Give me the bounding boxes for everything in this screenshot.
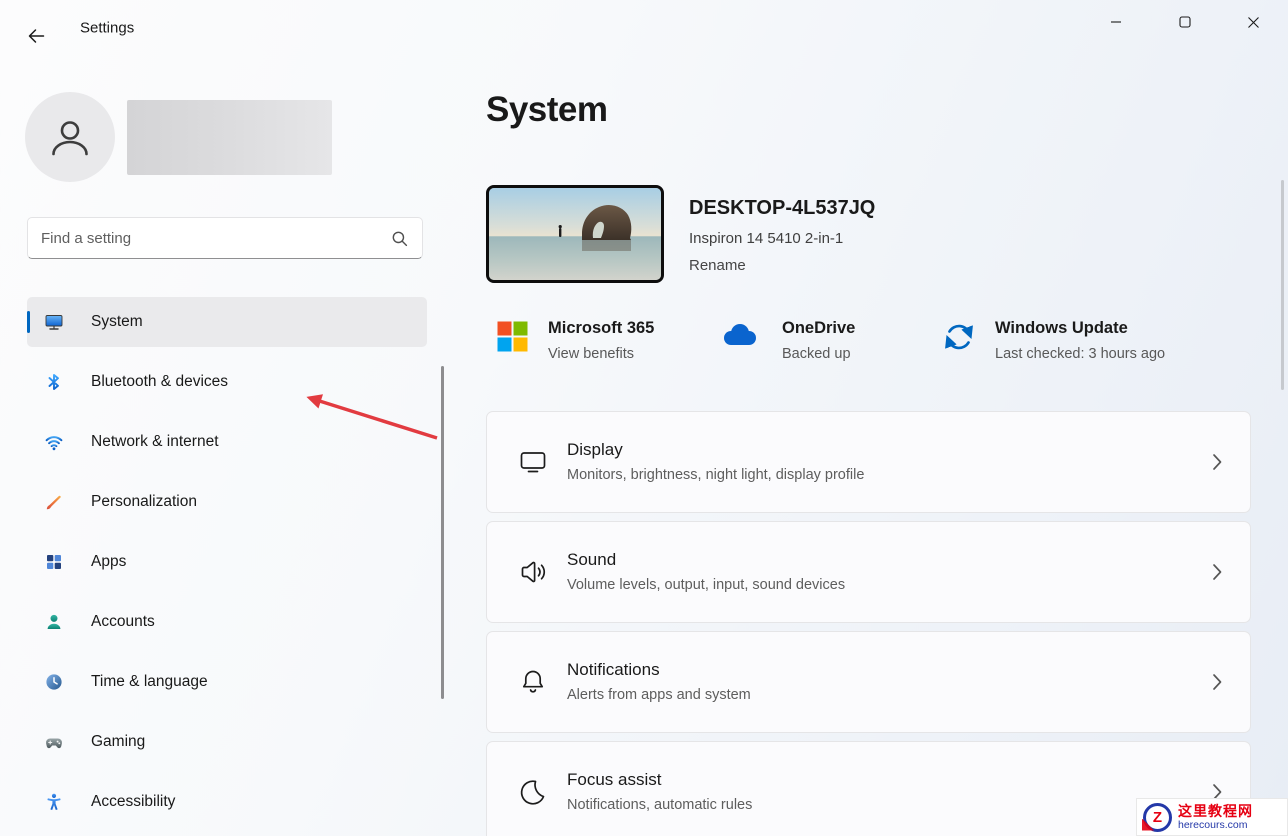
sidebar-item-time-language[interactable]: Time & language: [27, 657, 427, 707]
network-icon: [44, 432, 64, 452]
watermark: Z 这里教程网 herecours.com: [1136, 798, 1288, 836]
windows-update-icon: [943, 321, 975, 353]
sidebar-item-label: Gaming: [91, 733, 145, 751]
apps-icon: [44, 552, 64, 572]
card-subtitle: Notifications, automatic rules: [567, 795, 752, 816]
sidebar-item-label: Network & internet: [91, 433, 219, 451]
page-title: System: [486, 90, 608, 130]
status-subtitle: Last checked: 3 hours ago: [995, 342, 1165, 366]
back-arrow-icon: [26, 26, 46, 46]
window-scrollbar[interactable]: [1281, 180, 1284, 390]
card-subtitle: Alerts from apps and system: [567, 685, 751, 706]
search-icon[interactable]: [391, 230, 408, 247]
onedrive-status[interactable]: OneDrive Backed up: [718, 316, 855, 366]
sidebar-item-label: Personalization: [91, 493, 197, 511]
notifications-card[interactable]: Notifications Alerts from apps and syste…: [486, 631, 1251, 733]
status-title: OneDrive: [782, 316, 855, 340]
device-header: DESKTOP-4L537JQ Inspiron 14 5410 2-in-1 …: [486, 185, 875, 283]
search-box: [27, 217, 423, 259]
onedrive-icon: [718, 321, 762, 349]
card-title: Display: [567, 438, 864, 462]
card-title: Notifications: [567, 658, 751, 682]
person-icon: [47, 114, 93, 160]
status-subtitle: Backed up: [782, 342, 855, 366]
chevron-right-icon: [1212, 453, 1222, 471]
notifications-bell-icon: [517, 667, 549, 697]
sidebar-item-network-internet[interactable]: Network & internet: [27, 417, 427, 467]
time-language-icon: [44, 672, 64, 692]
wallpaper-beach-image: [489, 188, 661, 280]
main-content: System: [486, 0, 1251, 836]
sidebar-item-label: Accessibility: [91, 793, 175, 811]
status-subtitle[interactable]: View benefits: [548, 342, 654, 366]
sidebar-item-apps[interactable]: Apps: [27, 537, 427, 587]
display-icon: [517, 447, 549, 477]
back-button[interactable]: [20, 20, 52, 52]
settings-cards: Display Monitors, brightness, night ligh…: [486, 411, 1251, 836]
rename-button[interactable]: Rename: [689, 255, 746, 277]
bluetooth-icon: [44, 372, 64, 392]
windows-update-status[interactable]: Windows Update Last checked: 3 hours ago: [943, 316, 1165, 366]
system-icon: [44, 312, 64, 332]
status-title: Windows Update: [995, 316, 1165, 340]
user-name-redacted: [127, 100, 332, 175]
sidebar-item-label: Apps: [91, 553, 126, 571]
sidebar-item-gaming[interactable]: Gaming: [27, 717, 427, 767]
sidebar-item-bluetooth-devices[interactable]: Bluetooth & devices: [27, 357, 427, 407]
watermark-site: herecours.com: [1178, 819, 1253, 832]
card-title: Focus assist: [567, 768, 752, 792]
sidebar-item-label: Accounts: [91, 613, 155, 631]
sound-card[interactable]: Sound Volume levels, output, input, soun…: [486, 521, 1251, 623]
card-subtitle: Volume levels, output, input, sound devi…: [567, 575, 845, 596]
sidebar-item-system[interactable]: System: [27, 297, 427, 347]
sidebar-nav: System Bluetooth & devices: [0, 297, 450, 836]
status-title: Microsoft 365: [548, 316, 654, 340]
watermark-name: 这里教程网: [1178, 803, 1253, 819]
sidebar-item-accessibility[interactable]: Accessibility: [27, 777, 427, 827]
card-title: Sound: [567, 548, 845, 572]
microsoft-365-status[interactable]: Microsoft 365 View benefits: [497, 316, 654, 366]
status-row: Microsoft 365 View benefits OneDrive Bac…: [486, 316, 1251, 378]
chevron-right-icon: [1212, 563, 1222, 581]
focus-assist-moon-icon: [517, 777, 549, 807]
sound-icon: [517, 557, 549, 587]
sidebar-item-accounts[interactable]: Accounts: [27, 597, 427, 647]
gaming-icon: [44, 732, 64, 752]
search-input[interactable]: [28, 218, 391, 258]
card-subtitle: Monitors, brightness, night light, displ…: [567, 465, 864, 486]
sidebar-item-label: Time & language: [91, 673, 208, 691]
personalization-icon: [44, 492, 64, 512]
settings-sidebar: System Bluetooth & devices: [0, 56, 450, 836]
selection-indicator: [27, 311, 30, 333]
device-model: Inspiron 14 5410 2-in-1: [689, 228, 875, 250]
chevron-right-icon: [1212, 673, 1222, 691]
device-name: DESKTOP-4L537JQ: [689, 196, 875, 221]
device-thumbnail: [486, 185, 664, 283]
microsoft-365-icon: [497, 321, 528, 352]
sidebar-item-label: System: [91, 313, 143, 331]
sidebar-item-personalization[interactable]: Personalization: [27, 477, 427, 527]
watermark-logo-icon: Z: [1143, 803, 1172, 832]
sidebar-scrollbar[interactable]: [441, 366, 444, 699]
accessibility-icon: [44, 792, 64, 812]
accounts-icon: [44, 612, 64, 632]
display-card[interactable]: Display Monitors, brightness, night ligh…: [486, 411, 1251, 513]
app-title: Settings: [80, 20, 134, 37]
sidebar-item-label: Bluetooth & devices: [91, 373, 228, 391]
avatar[interactable]: [25, 92, 115, 182]
device-info: DESKTOP-4L537JQ Inspiron 14 5410 2-in-1 …: [689, 185, 875, 283]
